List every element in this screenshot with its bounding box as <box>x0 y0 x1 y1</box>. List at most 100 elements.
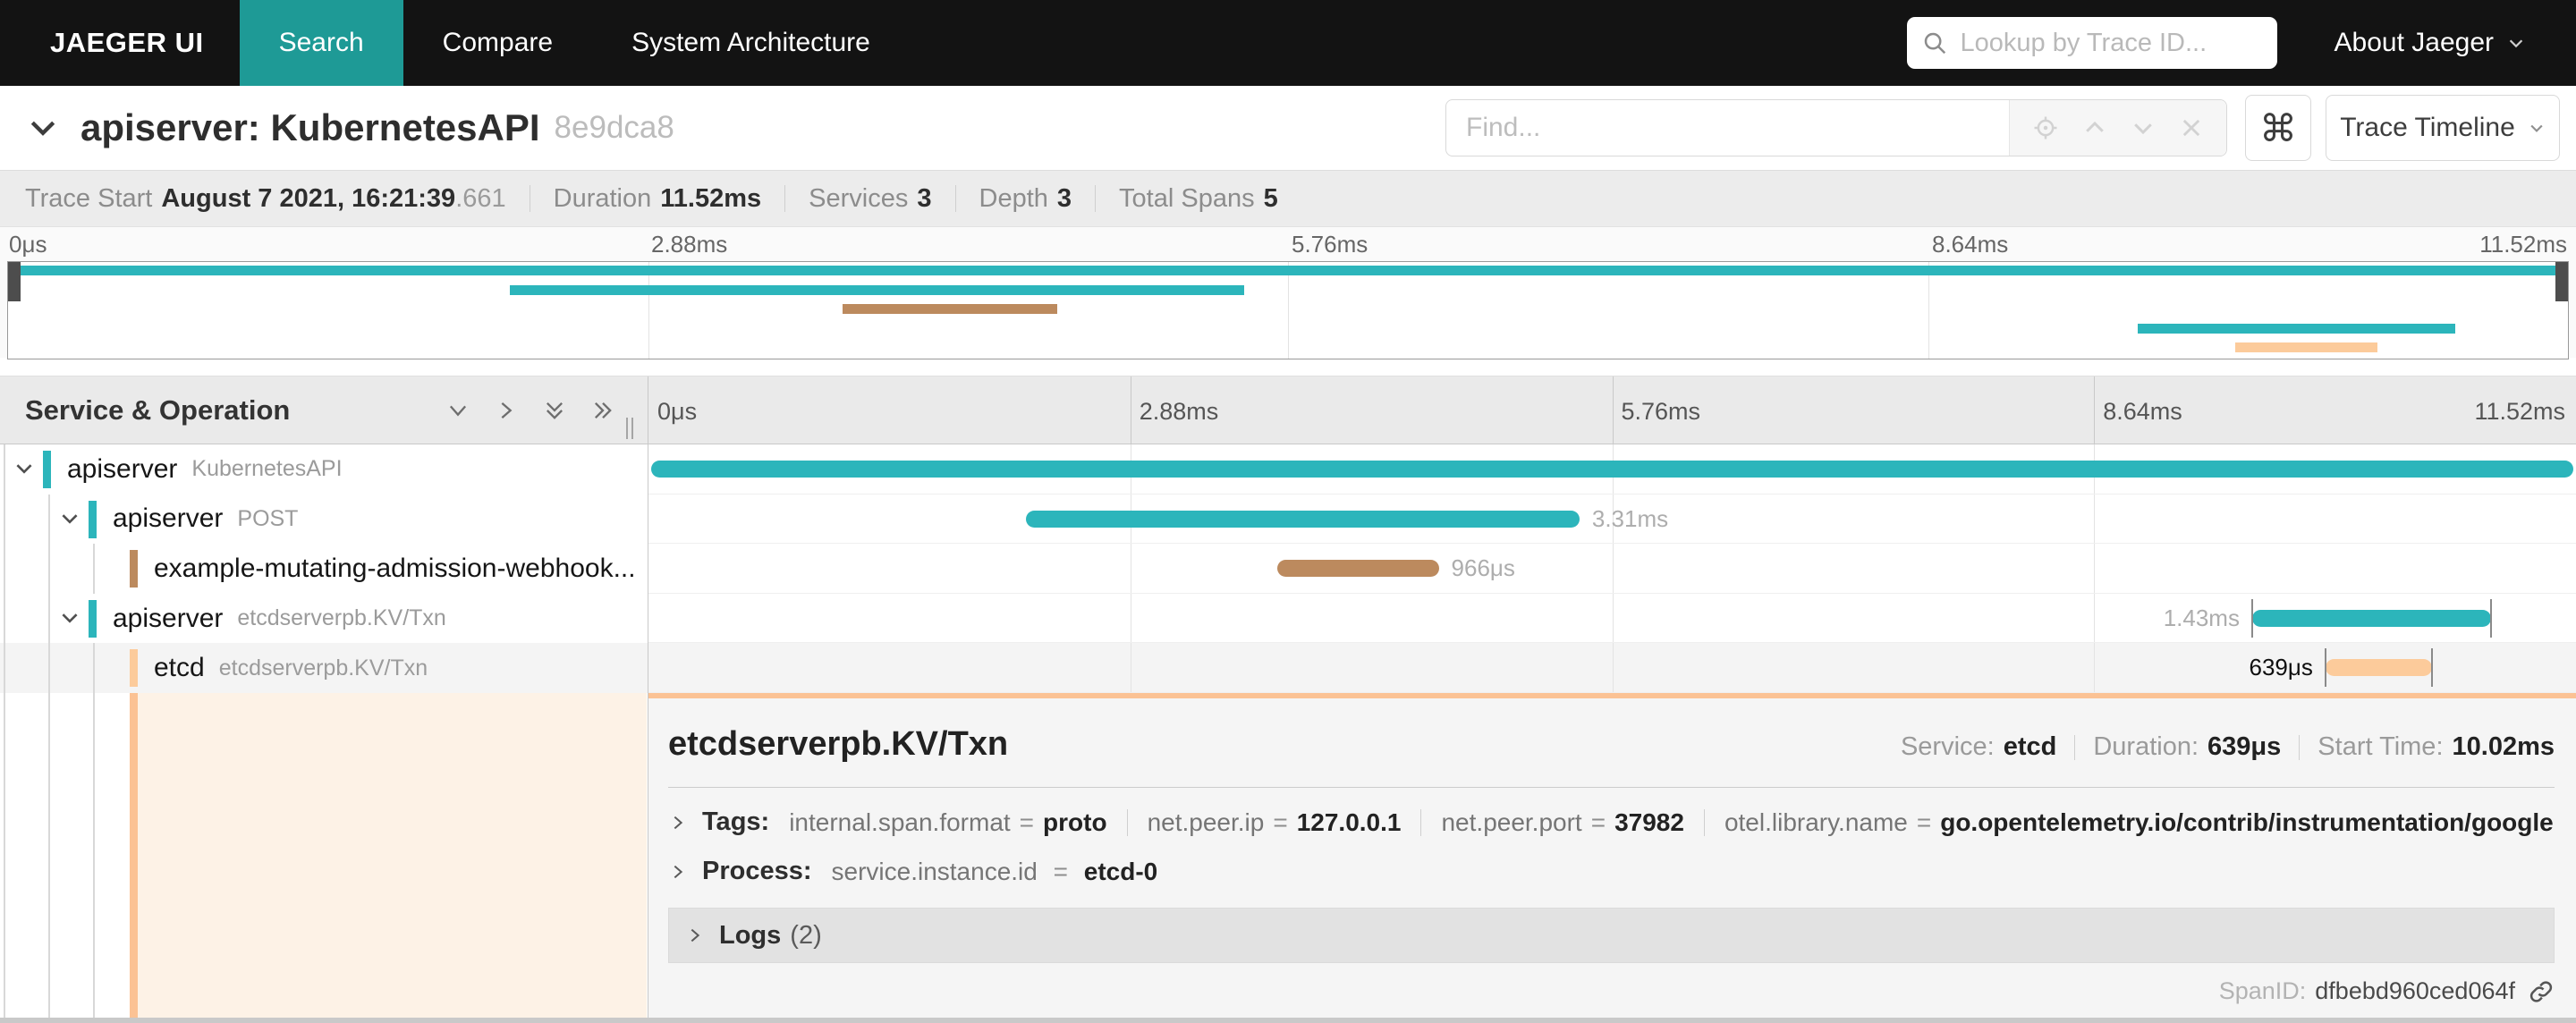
span-duration-bar[interactable] <box>1276 560 1439 578</box>
trace-lookup-input[interactable] <box>1958 27 2263 59</box>
gridline <box>1288 262 1289 359</box>
operation-name: etcdserverpb.KV/Txn <box>237 605 446 631</box>
span-row[interactable]: apiserver POST 3.31ms <box>0 494 2576 545</box>
chevron-right-icon <box>668 862 688 882</box>
keyboard-shortcuts-button[interactable]: ⌘ <box>2245 95 2311 161</box>
start-time-label: Start Time: <box>2318 732 2444 761</box>
expand-span-chevron-icon[interactable] <box>58 507 81 530</box>
tag-kv: otel.library.name = go.opentelemetry.io/co… <box>1724 808 2555 837</box>
nav-tab-compare[interactable]: Compare <box>403 0 592 86</box>
tick-label: 2.88ms <box>651 231 728 258</box>
tags-row[interactable]: Tags: internal.span.format = proto net.peer… <box>668 807 2555 837</box>
minimap-left-scrubber[interactable] <box>8 262 21 301</box>
chevron-right-icon <box>668 813 688 833</box>
logs-label: Logs <box>719 920 782 950</box>
minimap-canvas[interactable] <box>7 261 2569 359</box>
trace-start-ms: .661 <box>455 183 506 213</box>
divider <box>1126 808 1128 836</box>
tick-label: 5.76ms <box>1621 398 1701 425</box>
indent-guide <box>48 593 50 644</box>
span-duration-label: 1.43ms <box>2163 604 2240 631</box>
span-name-cell[interactable]: example-mutating-admission-webhook... <box>0 544 648 594</box>
indent-guide <box>48 494 50 545</box>
service-name: apiserver <box>113 603 224 633</box>
span-row[interactable]: apiserver KubernetesAPI <box>0 444 2576 495</box>
tag-kv: internal.span.format = proto <box>789 808 1106 837</box>
tag-key: otel.library.name <box>1724 807 1908 836</box>
about-jaeger-label: About Jaeger <box>2334 28 2494 57</box>
span-row[interactable]: apiserver etcdserverpb.KV/Txn 1.43ms <box>0 593 2576 644</box>
span-bar-cell[interactable]: 3.31ms <box>648 494 2576 545</box>
column-resizer-grip[interactable] <box>626 418 639 439</box>
trace-view-selector[interactable]: Trace Timeline <box>2326 95 2560 161</box>
nav-tab-system-architecture[interactable]: System Architecture <box>592 0 910 86</box>
indent-guide <box>93 544 95 594</box>
expand-one-chevron-right-icon[interactable] <box>494 398 519 423</box>
divider <box>2299 734 2301 760</box>
next-result-chevron-down-icon[interactable] <box>2130 114 2157 141</box>
process-label: Process: <box>702 857 812 885</box>
tick-label: 8.64ms <box>2103 398 2182 425</box>
depth-value: 3 <box>1056 183 1072 213</box>
span-boundary-tick <box>2431 648 2434 688</box>
span-duration-bar[interactable] <box>2251 609 2492 627</box>
about-jaeger-menu[interactable]: About Jaeger <box>2334 28 2526 58</box>
span-row[interactable]: example-mutating-admission-webhook... 966… <box>0 544 2576 594</box>
tick-label: 11.52ms <box>2479 231 2567 258</box>
trace-id-short: 8e9dca8 <box>554 110 674 145</box>
trace-start-value: August 7 2021, 16:21:39 <box>161 183 456 213</box>
span-name-cell[interactable]: apiserver etcdserverpb.KV/Txn <box>0 593 648 644</box>
tag-key: net.peer.ip <box>1147 807 1265 836</box>
collapse-one-chevron-down-icon[interactable] <box>445 398 470 423</box>
span-duration-bar[interactable] <box>2325 659 2433 677</box>
indent-guide <box>48 693 50 1018</box>
equals-sign: = <box>1590 807 1606 836</box>
span-id-label: SpanID: <box>2218 977 2307 1004</box>
trace-view-label: Trace Timeline <box>2340 113 2515 142</box>
process-key: service.instance.id <box>831 857 1038 885</box>
total-spans-value: 5 <box>1263 183 1278 213</box>
span-name-cell[interactable]: apiserver POST <box>0 494 648 545</box>
span-name-labels: etcd etcdserverpb.KV/Txn <box>154 643 428 693</box>
span-bar-cell[interactable]: 1.43ms <box>648 593 2576 644</box>
expand-span-chevron-icon[interactable] <box>13 457 36 480</box>
nav-tab-search[interactable]: Search <box>239 0 403 86</box>
span-duration-bar[interactable] <box>1026 510 1580 528</box>
indent-guide <box>4 444 5 495</box>
depth-label: Depth <box>979 183 1048 213</box>
span-bar-cell[interactable] <box>648 444 2576 495</box>
duration-value: 639μs <box>2207 732 2282 761</box>
process-row[interactable]: Process: service.instance.id = etcd-0 <box>668 857 2555 886</box>
expand-span-chevron-icon[interactable] <box>58 606 81 630</box>
collapse-all-double-chevron-down-icon[interactable] <box>542 398 567 423</box>
span-name-cell[interactable]: apiserver KubernetesAPI <box>0 444 648 495</box>
span-duration-bar[interactable] <box>651 461 2573 478</box>
collapse-trace-chevron-icon[interactable] <box>25 110 61 146</box>
link-icon[interactable] <box>2528 978 2555 1005</box>
expand-all-double-chevron-right-icon[interactable] <box>590 398 615 423</box>
service-color-block <box>130 550 138 588</box>
span-row[interactable]: etcd etcdserverpb.KV/Txn 639μs <box>0 643 2576 693</box>
locate-icon[interactable] <box>2032 114 2059 141</box>
trace-header-bar: apiserver: KubernetesAPI 8e9dca8 ⌘ Trace… <box>0 86 2576 170</box>
minimap-right-scrubber[interactable] <box>2555 262 2568 301</box>
indent-guide <box>4 693 5 1018</box>
span-bar-cell[interactable]: 639μs <box>648 643 2576 693</box>
span-bar-cell[interactable]: 966μs <box>648 544 2576 594</box>
divider <box>954 185 956 212</box>
app-brand[interactable]: JAEGER UI <box>50 27 204 59</box>
span-duration-label: 3.31ms <box>1591 504 1669 532</box>
equals-sign: = <box>1273 807 1288 836</box>
find-input[interactable] <box>1446 100 2009 156</box>
tag-key: net.peer.port <box>1441 807 1582 836</box>
span-name-cell[interactable]: etcd etcdserverpb.KV/Txn <box>0 643 648 693</box>
clear-find-x-icon[interactable] <box>2179 115 2204 140</box>
collapse-controls <box>445 398 615 423</box>
divider <box>1420 808 1422 836</box>
indent-guide <box>4 593 5 644</box>
tag-kv: net.peer.ip = 127.0.0.1 <box>1148 808 1402 837</box>
logs-row[interactable]: Logs (2) <box>668 908 2555 963</box>
prev-result-chevron-up-icon[interactable] <box>2081 114 2108 141</box>
minimap-span-bar <box>2234 342 2377 352</box>
command-icon: ⌘ <box>2259 106 2297 149</box>
